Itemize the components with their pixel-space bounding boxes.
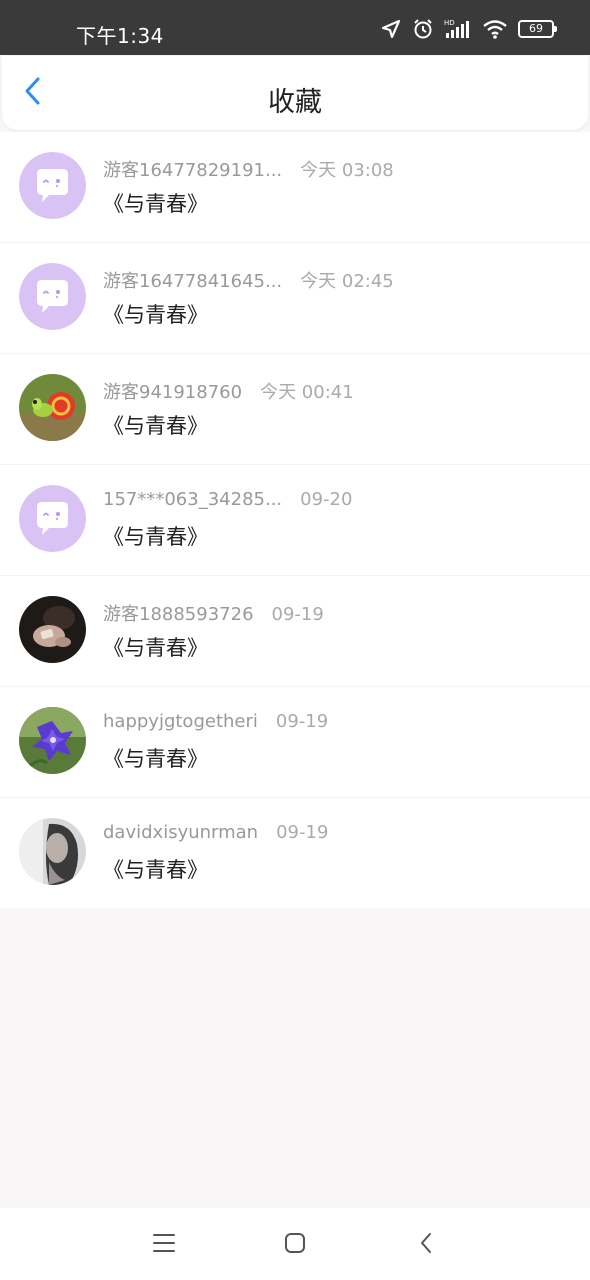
item-meta: 游客16477829191... 今天 03:08 bbox=[103, 156, 394, 182]
location-arrow-icon bbox=[380, 18, 402, 40]
item-title[interactable]: 《与青春》 bbox=[103, 299, 208, 329]
hd-signal-icon: HD bbox=[444, 18, 472, 40]
avatar-default-icon[interactable] bbox=[19, 485, 86, 552]
list-item[interactable]: 游客16477841645... 今天 02:45 《与青春》 bbox=[0, 243, 590, 354]
svg-text:HD: HD bbox=[444, 19, 455, 27]
username[interactable]: davidxisyunrman bbox=[103, 822, 258, 843]
list-item[interactable]: 游客941918760 今天 00:41 《与青春》 bbox=[0, 354, 590, 465]
item-title[interactable]: 《与青春》 bbox=[103, 410, 208, 440]
avatar-snail-photo[interactable] bbox=[19, 374, 86, 441]
list-item[interactable]: 游客1888593726 09-19 《与青春》 bbox=[0, 576, 590, 687]
list-item[interactable]: davidxisyunrman 09-19 《与青春》 bbox=[0, 798, 590, 908]
username[interactable]: 游客16477841645... bbox=[103, 267, 282, 293]
item-title[interactable]: 《与青春》 bbox=[103, 521, 208, 551]
back-triangle-icon bbox=[418, 1232, 434, 1258]
username[interactable]: happyjgtogetheri bbox=[103, 711, 258, 732]
item-meta: 157***063_34285... 09-20 bbox=[103, 489, 352, 510]
item-title[interactable]: 《与青春》 bbox=[103, 854, 208, 884]
timestamp: 09-20 bbox=[300, 489, 353, 510]
avatar-default-icon[interactable] bbox=[19, 152, 86, 219]
alarm-clock-icon bbox=[412, 18, 434, 40]
timestamp: 今天 03:08 bbox=[300, 160, 394, 181]
system-nav-bar bbox=[0, 1208, 590, 1280]
timestamp: 09-19 bbox=[276, 822, 329, 843]
avatar-default-icon[interactable] bbox=[19, 263, 86, 330]
item-meta: happyjgtogetheri 09-19 bbox=[103, 711, 328, 732]
wifi-icon bbox=[482, 18, 508, 40]
avatar-flower-photo[interactable] bbox=[19, 707, 86, 774]
timestamp: 09-19 bbox=[271, 604, 324, 625]
username[interactable]: 游客16477829191... bbox=[103, 156, 282, 182]
item-meta: davidxisyunrman 09-19 bbox=[103, 822, 328, 843]
app-header: 收藏 bbox=[2, 56, 588, 130]
timestamp: 09-19 bbox=[275, 711, 329, 732]
timestamp: 今天 00:41 bbox=[260, 382, 354, 403]
timestamp: 今天 02:45 bbox=[300, 271, 394, 292]
item-title[interactable]: 《与青春》 bbox=[103, 743, 208, 773]
username[interactable]: 157***063_34285... bbox=[103, 489, 282, 510]
username[interactable]: 游客1888593726 bbox=[103, 600, 254, 626]
avatar-hand-photo[interactable] bbox=[19, 596, 86, 663]
list-item[interactable]: 游客16477829191... 今天 03:08 《与青春》 bbox=[0, 132, 590, 243]
menu-button[interactable] bbox=[149, 1230, 179, 1260]
status-icons: HD 69 bbox=[380, 18, 557, 40]
home-button[interactable] bbox=[280, 1230, 310, 1260]
item-meta: 游客1888593726 09-19 bbox=[103, 600, 324, 626]
item-title[interactable]: 《与青春》 bbox=[103, 188, 208, 218]
list-item[interactable]: 157***063_34285... 09-20 《与青春》 bbox=[0, 465, 590, 576]
home-square-icon bbox=[284, 1232, 306, 1258]
username[interactable]: 游客941918760 bbox=[103, 378, 242, 404]
favorites-list: 游客16477829191... 今天 03:08 《与青春》 游客164778… bbox=[0, 132, 590, 908]
list-item[interactable]: happyjgtogetheri 09-19 《与青春》 bbox=[0, 687, 590, 798]
item-meta: 游客16477841645... 今天 02:45 bbox=[103, 267, 394, 293]
page-title: 收藏 bbox=[268, 87, 322, 118]
battery-icon: 69 bbox=[518, 20, 557, 38]
menu-icon bbox=[152, 1232, 176, 1258]
status-time: 下午1:34 bbox=[76, 24, 164, 48]
item-title[interactable]: 《与青春》 bbox=[103, 632, 208, 662]
nav-back-button[interactable] bbox=[411, 1230, 441, 1260]
avatar-portrait-photo[interactable] bbox=[19, 818, 86, 885]
item-meta: 游客941918760 今天 00:41 bbox=[103, 378, 354, 404]
status-bar: 下午1:34 HD 69 bbox=[0, 0, 590, 55]
